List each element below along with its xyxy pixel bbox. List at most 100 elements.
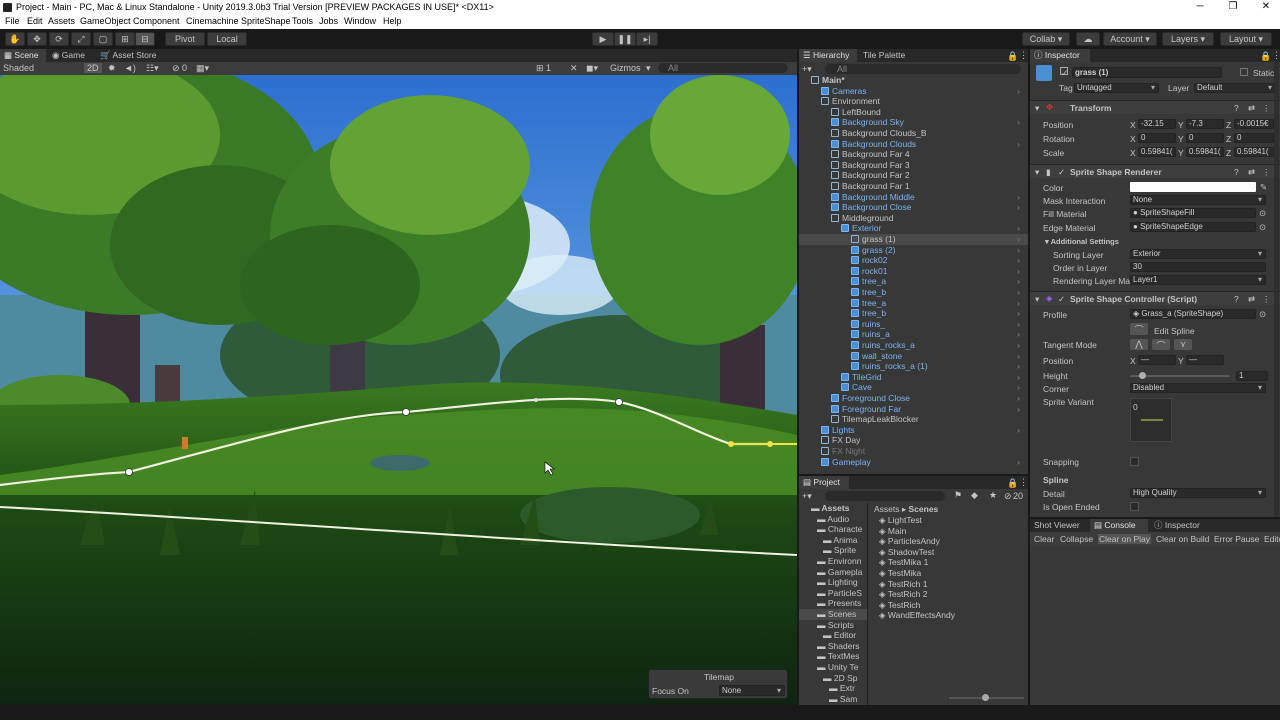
controller-enabled-checkbox[interactable]: ✓: [1058, 294, 1065, 305]
prefab-open-chevron-icon[interactable]: ›: [1017, 234, 1020, 245]
snapping-checkbox[interactable]: [1130, 457, 1139, 466]
component-menu-icon[interactable]: ⋮: [1262, 294, 1271, 305]
edge-material-field[interactable]: ● SpriteShapeEdge: [1130, 222, 1256, 232]
tab-inspector-2[interactable]: ⓘ Inspector: [1150, 519, 1210, 532]
project-folder-item[interactable]: ▬ Assets: [799, 503, 867, 514]
prefab-open-chevron-icon[interactable]: ›: [1017, 276, 1020, 287]
hierarchy-row[interactable]: LeftBound: [799, 107, 1028, 118]
prefab-open-chevron-icon[interactable]: ›: [1017, 192, 1020, 203]
cloud-icon[interactable]: ☁: [1076, 32, 1100, 46]
project-folder-item[interactable]: ▬ Editor: [799, 630, 867, 641]
hidden-count-icon[interactable]: ⊘: [1004, 491, 1012, 502]
hierarchy-row[interactable]: Foreground Close ›: [799, 393, 1028, 404]
prefab-open-chevron-icon[interactable]: ›: [1017, 351, 1020, 362]
tangent-linear-button[interactable]: ⋀: [1130, 339, 1148, 350]
point-position-x-field[interactable]: —: [1138, 355, 1176, 365]
tab-hierarchy[interactable]: ☰ Hierarchy: [799, 49, 857, 62]
scene-file-item[interactable]: ◈ Main: [879, 526, 1027, 537]
camera-count-icon[interactable]: ⊞: [536, 63, 544, 74]
sorting-layer-dropdown[interactable]: Exterior: [1130, 249, 1266, 259]
controller-expand-icon[interactable]: ▾: [1035, 294, 1039, 305]
tab-tile-palette[interactable]: Tile Palette: [859, 49, 919, 62]
prefab-open-chevron-icon[interactable]: ›: [1017, 266, 1020, 277]
menu-cinemachine[interactable]: Cinemachine: [186, 16, 239, 26]
layout-dropdown[interactable]: Layout ▾: [1220, 32, 1272, 46]
scene-file-item[interactable]: ◈ ParticlesAndy: [879, 536, 1027, 547]
color-swatch[interactable]: [1130, 182, 1256, 192]
additional-settings-foldout[interactable]: ▾ Additional Settings: [1045, 237, 1119, 246]
rotation-z-field[interactable]: 0: [1234, 133, 1274, 143]
corner-dropdown[interactable]: Disabled: [1130, 383, 1266, 393]
component-menu-icon[interactable]: ⋮: [1262, 103, 1271, 114]
rect-tool-icon[interactable]: ▢: [93, 32, 113, 46]
custom-tool-icon[interactable]: ⊟: [135, 32, 155, 46]
prefab-open-chevron-icon[interactable]: ›: [1017, 329, 1020, 340]
scene-file-item[interactable]: ◈ LightTest: [879, 515, 1027, 526]
scene-file-item[interactable]: ◈ TestRich 2: [879, 589, 1027, 600]
move-tool-icon[interactable]: ✥: [27, 32, 47, 46]
project-folder-item[interactable]: ▬ Sam: [799, 694, 867, 705]
detail-dropdown[interactable]: High Quality: [1130, 488, 1266, 498]
menu-tools[interactable]: Tools: [292, 16, 313, 26]
prefab-open-chevron-icon[interactable]: ›: [1017, 298, 1020, 309]
mask-interaction-dropdown[interactable]: None: [1130, 195, 1266, 205]
lighting-toggle-icon[interactable]: ✹: [108, 63, 116, 74]
eyedropper-icon[interactable]: ✎: [1260, 182, 1267, 193]
layer-dropdown[interactable]: Default: [1194, 83, 1276, 93]
project-folder-item[interactable]: ▬ TextMes: [799, 651, 867, 662]
prefab-open-chevron-icon[interactable]: ›: [1017, 457, 1020, 468]
project-create-button[interactable]: +▾: [802, 491, 812, 502]
project-folder-item[interactable]: ▬ Scenes: [799, 609, 867, 620]
effects-toggle-icon[interactable]: ☷▾: [146, 63, 159, 74]
tab-console[interactable]: ▤ Console: [1090, 519, 1148, 532]
prefab-open-chevron-icon[interactable]: ›: [1017, 255, 1020, 266]
hierarchy-row[interactable]: Environment: [799, 96, 1028, 107]
scene-file-item[interactable]: ◈ ShadowTest: [879, 547, 1027, 558]
hierarchy-row[interactable]: ruins_a ›: [799, 329, 1028, 340]
prefab-open-chevron-icon[interactable]: ›: [1017, 223, 1020, 234]
hierarchy-row[interactable]: Background Middle ›: [799, 192, 1028, 203]
hierarchy-row[interactable]: Background Close ›: [799, 202, 1028, 213]
project-folder-item[interactable]: ▬ Anima: [799, 535, 867, 546]
project-folder-item[interactable]: ▬ Shaders: [799, 641, 867, 652]
point-position-y-field[interactable]: —: [1186, 355, 1224, 365]
focus-on-dropdown[interactable]: None: [719, 685, 785, 696]
hierarchy-row[interactable]: wall_stone ›: [799, 351, 1028, 362]
hierarchy-row[interactable]: rock01 ›: [799, 266, 1028, 277]
hierarchy-row[interactable]: Cave ›: [799, 382, 1028, 393]
inspector-scrollbar[interactable]: [1274, 62, 1279, 517]
icon-size-slider-thumb[interactable]: [982, 694, 989, 701]
menu-gameobject[interactable]: GameObject: [80, 16, 131, 26]
close-button[interactable]: ✕: [1246, 1, 1280, 12]
hierarchy-row[interactable]: FX Night: [799, 446, 1028, 457]
project-folder-item[interactable]: ▬ Characte: [799, 524, 867, 535]
prefab-open-chevron-icon[interactable]: ›: [1017, 404, 1020, 415]
hierarchy-row[interactable]: FX Day: [799, 435, 1028, 446]
transform-header[interactable]: ▾ ✥ Transform ? ⇄ ⋮: [1030, 100, 1280, 114]
hierarchy-row[interactable]: Background Far 4: [799, 149, 1028, 160]
tangent-broken-button[interactable]: ⋎: [1174, 339, 1192, 350]
tab-project[interactable]: ▤ Project: [799, 476, 849, 489]
rotate-tool-icon[interactable]: ⟳: [49, 32, 69, 46]
layers-dropdown[interactable]: Layers ▾: [1162, 32, 1214, 46]
gizmos-chevron-icon[interactable]: ▾: [646, 63, 651, 74]
project-folder-item[interactable]: ▬ 2D Sp: [799, 673, 867, 684]
help-icon[interactable]: ?: [1234, 103, 1239, 113]
hierarchy-row[interactable]: tree_a ›: [799, 298, 1028, 309]
step-button[interactable]: ▸|: [636, 32, 658, 46]
project-folder-item[interactable]: ▬ Scripts: [799, 620, 867, 631]
menu-file[interactable]: File: [5, 16, 20, 26]
scene-search-input[interactable]: All: [658, 63, 788, 73]
audio-toggle-icon[interactable]: ◄): [124, 63, 136, 73]
scale-x-field[interactable]: 0.59841(: [1138, 147, 1176, 157]
breadcrumb-assets[interactable]: Assets: [874, 504, 900, 514]
breadcrumb-scenes[interactable]: Scenes: [909, 504, 939, 514]
favorites-icon[interactable]: ★: [989, 490, 997, 501]
sprite-shape-controller-header[interactable]: ▾ ◈ ✓ Sprite Shape Controller (Script) ?…: [1030, 291, 1280, 305]
prefab-open-chevron-icon[interactable]: ›: [1017, 245, 1020, 256]
hierarchy-row[interactable]: Middleground: [799, 213, 1028, 224]
active-checkbox[interactable]: ✓: [1060, 67, 1069, 78]
prefab-open-chevron-icon[interactable]: ›: [1017, 117, 1020, 128]
hierarchy-row[interactable]: ruins_ ›: [799, 319, 1028, 330]
pause-button[interactable]: ❚❚: [614, 32, 636, 46]
